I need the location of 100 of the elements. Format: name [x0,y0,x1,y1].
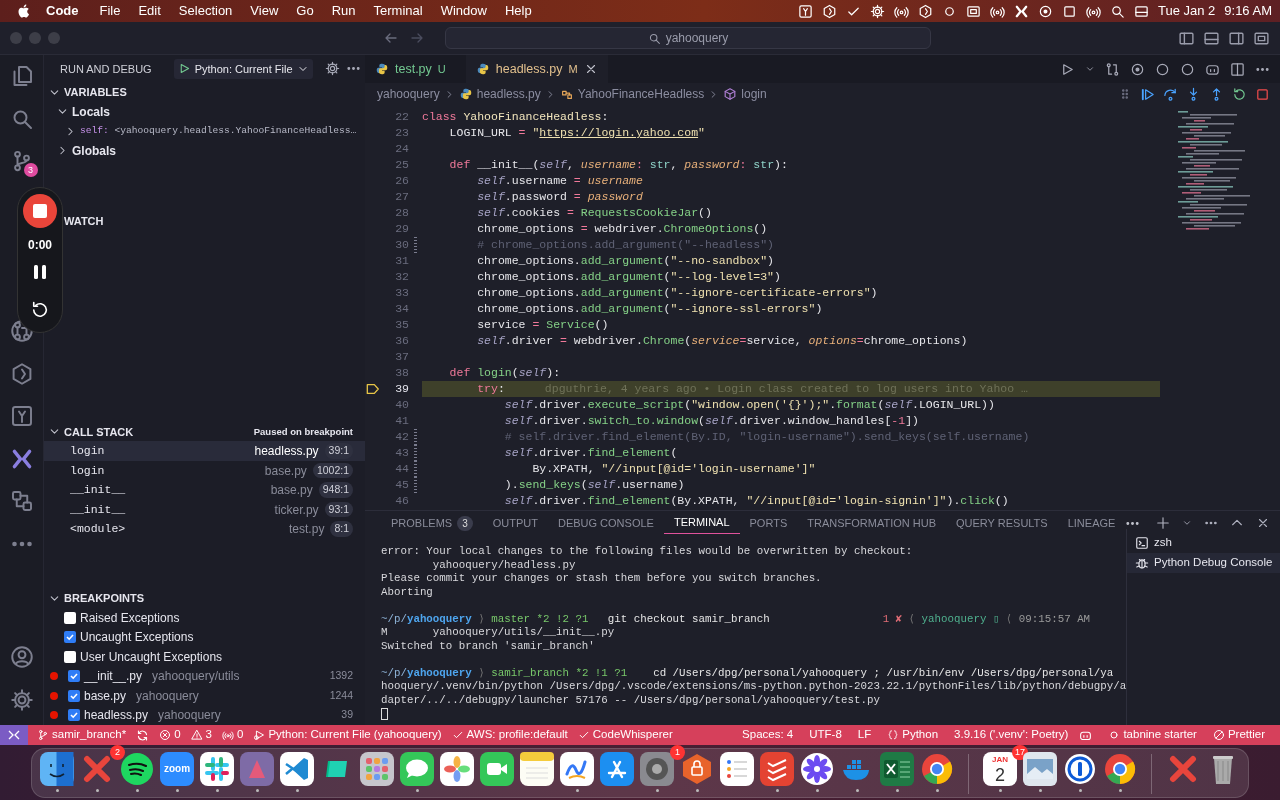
status-item[interactable]: 0 [216,726,249,744]
menu-item[interactable]: Selection [169,1,242,21]
code-line: # self.driver.find_element(By.ID, "login-username").send_keys(self.username) [503,429,1030,445]
line-number: 34 [394,301,409,317]
menu-item[interactable]: View [241,1,288,21]
code-line: chrome_options.add_argument("--ignore-certificate-errors") [476,285,878,301]
status-item[interactable]: LF [852,726,877,744]
line-number: 45 [394,477,409,493]
panel-tab[interactable]: DEBUG CONSOLE [547,512,664,534]
scope-label[interactable]: Globals [72,141,116,160]
status-item[interactable]: samir_branch* [32,726,132,744]
line-number: 38 [394,365,409,381]
line-number: 30 [394,237,409,253]
frame-name: __init__ [70,501,126,518]
menu-item[interactable]: Terminal [364,1,432,21]
code-line: By.XPATH, "//input[@id='login-username']" [531,461,816,477]
section-title[interactable]: WATCH [64,212,104,230]
breakpoint-line: 39 [341,707,353,723]
breakpoint-path: yahooquery/utils [152,668,240,686]
breadcrumb-item[interactable]: login [741,85,767,103]
breakpoint-label: headless.py [84,707,149,725]
panel-tab[interactable]: PORTS [739,512,798,534]
panel-tab[interactable]: LINEAGE [1057,512,1126,534]
menu-item[interactable]: Window [431,1,496,21]
frame-file: test.py [289,521,325,539]
line-number: 29 [394,221,409,237]
scope-label[interactable]: Locals [72,102,110,121]
breakpoint-path: yahooquery [158,707,221,725]
status-item[interactable]: tabnine starter [1103,726,1202,744]
status-item[interactable]: Spaces: 4 [737,726,799,744]
variable-item[interactable]: self: <yahooquery.headless.YahooFinanceHeadless… [80,124,357,139]
command-search-field[interactable]: yahooquery [445,27,931,49]
code-line: self.driver.find_element(By.XPATH, "//input[@id='login-signin']").click() [503,493,1009,509]
editor-tab[interactable]: headless.py M [465,55,608,83]
app-icon[interactable]: JAN 2 [983,751,1017,786]
line-number: 35 [394,317,409,333]
status-item[interactable]: 0 [154,726,186,744]
sidebar-title: RUN AND DEBUG [60,61,152,77]
line-number: 27 [394,189,409,205]
panel-tab[interactable]: TERMINAL [663,512,740,534]
terminal-line: yahooquery/headless.py [431,558,577,572]
status-item[interactable]: CodeWhisperer [572,726,678,744]
menu-bar-time[interactable]: 9:16 AM [1224,1,1272,21]
stack-frame[interactable]: login base.py 1002:1 [44,460,365,481]
status-item[interactable]: Python [882,726,944,744]
frame-position: 948:1 [318,482,353,498]
menu-item[interactable]: Help [495,1,541,21]
status-item[interactable]: 3 [185,726,217,744]
panel-tab[interactable]: QUERY RESULTS [946,512,1058,534]
code-line: class YahooFinanceHeadless: [422,109,609,125]
menu-item[interactable]: Run [322,1,365,21]
line-number: 28 [394,205,409,221]
terminal-line: M yahooquery/utils/__init__.py [381,626,616,640]
app-label: zoom [163,762,191,776]
stack-frame[interactable]: __init__ base.py 948:1 [44,480,365,500]
code-line: self.username = username [476,173,643,189]
menu-item[interactable]: Go [287,1,323,21]
breadcrumb-item[interactable]: YahooFinanceHeadless [577,85,705,103]
prompt-status: 1 ✘ ⟨ yahooquery ▯ ⟨ 09:15:57 AM [882,612,1091,626]
notification-badge: 3 [23,162,38,177]
panel-tab[interactable]: TRANSFORMATION HUB [797,512,946,534]
code-line: # chrome_options.add_argument("--headless") [476,237,774,253]
panel-tab[interactable]: OUTPUT [482,512,548,534]
section-title[interactable]: CALL STACK [64,423,134,441]
terminal-item[interactable]: zsh [1127,533,1280,553]
code-line: self.driver.switch_to.window(self.driver.window_handles[-1]) [503,413,919,429]
line-number: 23 [394,125,409,141]
breakpoint-label: __init__.py [84,668,143,686]
launch-config-dropdown[interactable]: Python: Current File [173,58,313,80]
terminal-line: error: Your local changes to the following files would be overwritten by checkout: [381,545,914,559]
status-item[interactable]: AWS: profile:default [446,726,573,744]
menu-bar-date[interactable]: Tue Jan 2 [1157,1,1216,21]
breadcrumb-item[interactable]: yahooquery [377,85,440,103]
code-line: ).send_keys(self.username) [503,477,685,493]
section-title[interactable]: BREAKPOINTS [64,590,145,607]
code-line: self.driver = webdriver.Chrome(service=service, options=chrome_options) [476,333,968,349]
status-item[interactable]: Python: Current File (yahooquery) [248,726,447,744]
breakpoint-label: Uncaught Exceptions [80,629,194,647]
menu-item[interactable]: Edit [129,1,170,21]
stack-frame[interactable]: <module> test.py 8:1 [44,519,365,539]
frame-position: 1002:1 [312,462,353,479]
status-item[interactable]: Prettier [1207,726,1270,744]
code-line: self.cookies = RequestsCookieJar() [476,205,712,221]
calendar-month: JAN [992,754,1008,765]
line-number: 33 [394,285,409,301]
status-item[interactable]: UTF-8 [804,726,847,744]
status-item[interactable]: 3.9.16 ('.venv': Poetry) [949,726,1074,744]
editor-tab[interactable]: test.py U [365,55,466,83]
terminal-item[interactable]: Python Debug Console [1127,553,1280,573]
breadcrumb-item[interactable]: headless.py [476,85,541,103]
code-line: self.password = password [476,189,643,205]
app-menu[interactable]: Code [30,1,91,21]
section-title[interactable]: VARIABLES [64,84,127,101]
stack-frame[interactable]: login headless.py 39:1 [44,441,365,461]
panel-tab[interactable]: PROBLEMS 3 [381,512,483,534]
frame-file: base.py [264,462,307,480]
menu-item[interactable]: File [90,1,130,21]
frame-file: base.py [270,482,313,500]
frame-position: 39:1 [324,443,353,459]
stack-frame[interactable]: __init__ ticker.py 93:1 [44,499,365,520]
